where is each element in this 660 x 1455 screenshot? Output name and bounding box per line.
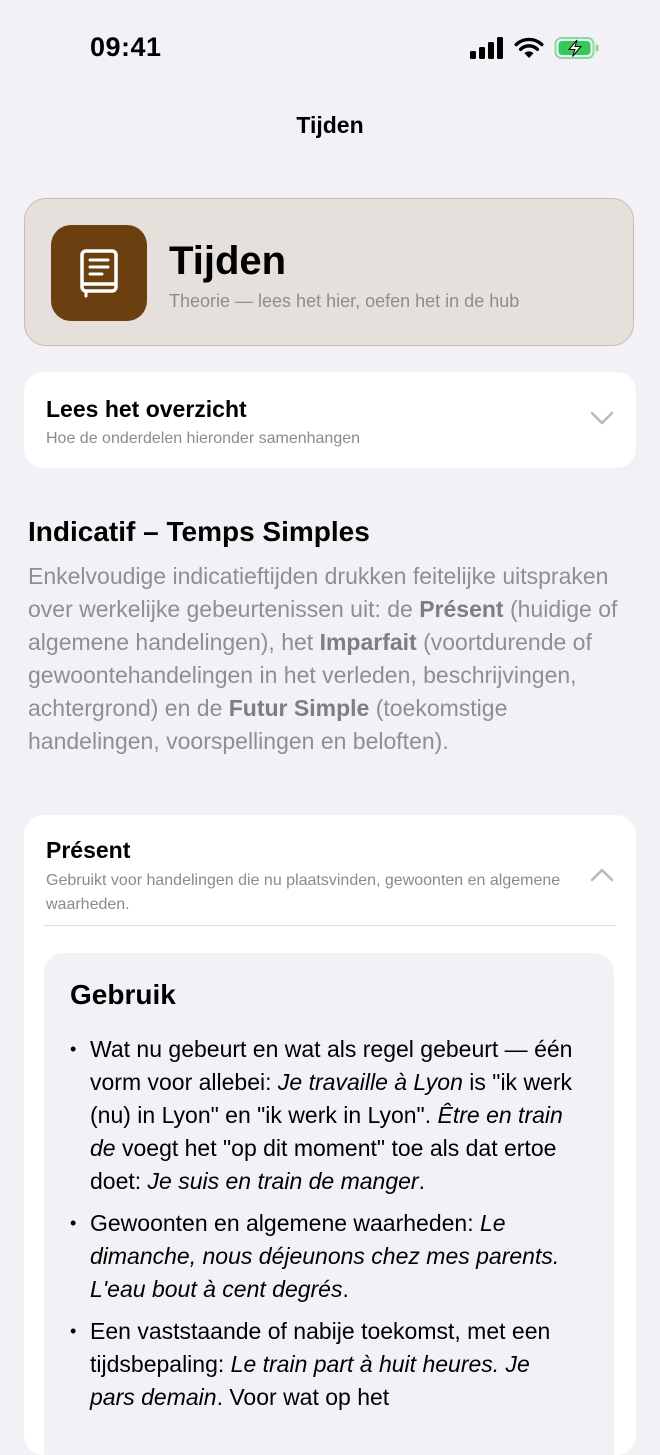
status-bar: 09:41	[0, 0, 660, 96]
present-title: Présent	[46, 837, 131, 863]
book-icon	[51, 225, 147, 321]
emphasis-text: Présent	[419, 596, 504, 622]
divider	[44, 925, 616, 926]
text-run: .	[418, 1168, 425, 1194]
text-run: . Voor wat op het	[216, 1384, 390, 1410]
emphasis-text: Futur Simple	[228, 695, 370, 721]
present-card: Présent Gebruikt voor handelingen die nu…	[24, 815, 636, 1455]
chevron-up-icon[interactable]	[590, 867, 614, 883]
hero-title: Tijden	[169, 239, 287, 283]
nav-title: Tijden	[296, 112, 364, 138]
hero-subtitle: Theorie — lees het hier, oefen het in de…	[169, 291, 520, 311]
status-icons	[470, 36, 600, 60]
usage-item: Gewoonten en algemene waarheden: Le dima…	[70, 1207, 578, 1306]
overview-subtitle: Hoe de onderdelen hieronder samenhangen	[46, 430, 361, 447]
text-run: Gewoonten en algemene waarheden:	[90, 1210, 481, 1236]
present-subtitle: Gebruikt voor handelingen die nu plaatsv…	[46, 872, 561, 913]
usage-item: Wat nu gebeurt en wat als regel gebeurt …	[70, 1033, 578, 1198]
usage-box: Gebruik Wat nu gebeurt en wat als regel …	[44, 953, 614, 1455]
usage-heading: Gebruik	[70, 979, 176, 1010]
usage-item: Een vaststaande of nabije toekomst, met …	[70, 1315, 578, 1414]
cellular-signal-icon	[470, 37, 503, 59]
status-time: 09:41	[90, 32, 162, 62]
chevron-down-icon[interactable]	[590, 410, 614, 426]
emphasis-text: Imparfait	[319, 629, 417, 655]
usage-list: Wat nu gebeurt en wat als regel gebeurt …	[70, 1033, 578, 1423]
wifi-icon	[514, 37, 544, 58]
text-run: .	[342, 1276, 349, 1302]
battery-charging-icon	[554, 37, 599, 59]
example-text: Je travaille à Lyon	[277, 1069, 463, 1095]
hero-card: Tijden Theorie — lees het hier, oefen he…	[24, 198, 634, 346]
overview-title: Lees het overzicht	[46, 396, 247, 422]
example-text: Je suis en train de manger	[147, 1168, 419, 1194]
section-title: Indicatif – Temps Simples	[28, 516, 370, 547]
section-description: Enkelvoudige indicatieftijden drukken fe…	[28, 560, 638, 758]
overview-card[interactable]: Lees het overzicht Hoe de onderdelen hie…	[24, 372, 636, 468]
